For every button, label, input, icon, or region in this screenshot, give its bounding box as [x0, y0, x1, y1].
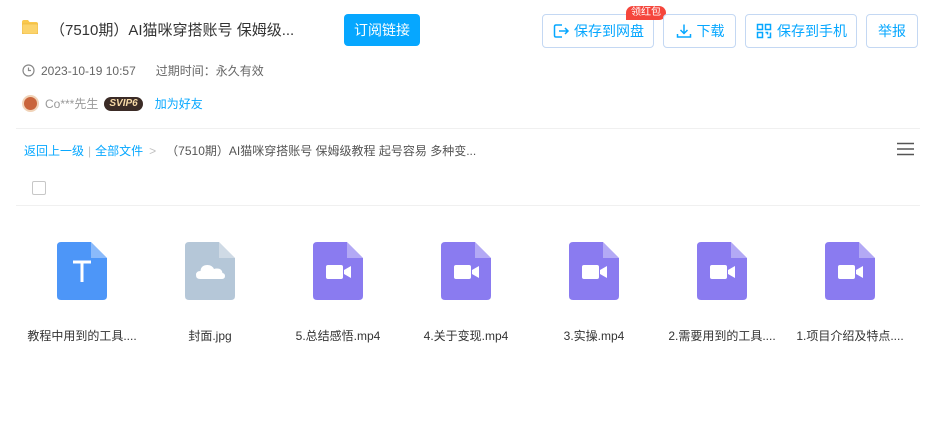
video-icon — [825, 242, 875, 300]
breadcrumb: 返回上一级 | 全部文件 > （7510期）AI猫咪穿搭账号 保姆级教程 起号容… — [24, 142, 476, 159]
back-up-link[interactable]: 返回上一级 — [24, 142, 84, 159]
download-icon — [676, 24, 691, 38]
report-button[interactable]: 举报 — [866, 14, 918, 48]
expire-time: 过期时间：永久有效 — [155, 64, 264, 78]
all-files-link[interactable]: 全部文件 — [95, 142, 143, 159]
download-label: 下载 — [696, 23, 725, 39]
share-meta: 2023-10-19 10:57 过期时间：永久有效 — [22, 62, 264, 79]
qr-code-icon — [756, 23, 772, 39]
divider — [16, 128, 920, 129]
save-to-phone-button[interactable]: 保存到手机 — [745, 14, 857, 48]
file-item[interactable]: 教程中用到的工具.... — [20, 242, 144, 344]
add-friend-link[interactable]: 加为好友 — [155, 95, 203, 112]
current-folder-name: （7510期）AI猫咪穿搭账号 保姆级教程 起号容易 多种变... — [166, 144, 477, 158]
file-item[interactable]: 5.总结感悟.mp4 — [276, 242, 400, 344]
file-name: 5.总结感悟.mp4 — [295, 329, 381, 343]
share-title: （7510期）AI猫咪穿搭账号 保姆级... — [50, 22, 295, 39]
file-item[interactable]: 3.实操.mp4 — [532, 242, 656, 344]
file-name: 4.关于变现.mp4 — [423, 329, 509, 343]
file-item[interactable]: 2.需要用到的工具.... — [660, 242, 784, 344]
video-icon — [313, 242, 363, 300]
divider — [16, 205, 920, 206]
text-doc-icon — [57, 242, 107, 300]
file-name: 2.需要用到的工具.... — [668, 329, 776, 343]
video-icon — [569, 242, 619, 300]
select-all-checkbox[interactable] — [32, 181, 46, 195]
clock-icon — [22, 64, 35, 77]
download-button[interactable]: 下载 — [663, 14, 736, 48]
save-to-phone-label: 保存到手机 — [777, 23, 847, 39]
save-to-disk-icon — [553, 24, 570, 38]
file-item[interactable]: 封面.jpg — [148, 242, 272, 344]
video-icon — [441, 242, 491, 300]
subscribe-link-button[interactable]: 订阅链接 — [344, 14, 420, 46]
file-item[interactable]: 1.项目介绍及特点.... — [788, 242, 912, 344]
file-item[interactable]: 4.关于变现.mp4 — [404, 242, 528, 344]
svip-badge: SVIP6 — [104, 96, 143, 111]
video-icon — [697, 242, 747, 300]
header-bar: （7510期）AI猫咪穿搭账号 保姆级... 订阅链接 保存到网盘 领红包 下载… — [0, 0, 940, 60]
image-cloud-icon — [185, 242, 235, 300]
breadcrumb-separator: | — [88, 143, 92, 158]
share-date: 2023-10-19 10:57 — [41, 63, 136, 78]
file-name: 3.实操.mp4 — [563, 329, 625, 343]
file-name: 1.项目介绍及特点.... — [796, 329, 904, 343]
breadcrumb-arrow-icon: > — [149, 143, 157, 158]
list-view-icon[interactable] — [897, 142, 914, 156]
avatar[interactable] — [22, 95, 39, 112]
folder-icon — [22, 20, 38, 34]
file-name: 教程中用到的工具.... — [27, 329, 137, 343]
hongbao-badge[interactable]: 领红包 — [626, 6, 666, 20]
sharer-info: Co***先生 SVIP6 加为好友 — [22, 95, 203, 112]
file-name: 封面.jpg — [188, 329, 232, 343]
sharer-name: Co***先生 — [45, 97, 99, 111]
